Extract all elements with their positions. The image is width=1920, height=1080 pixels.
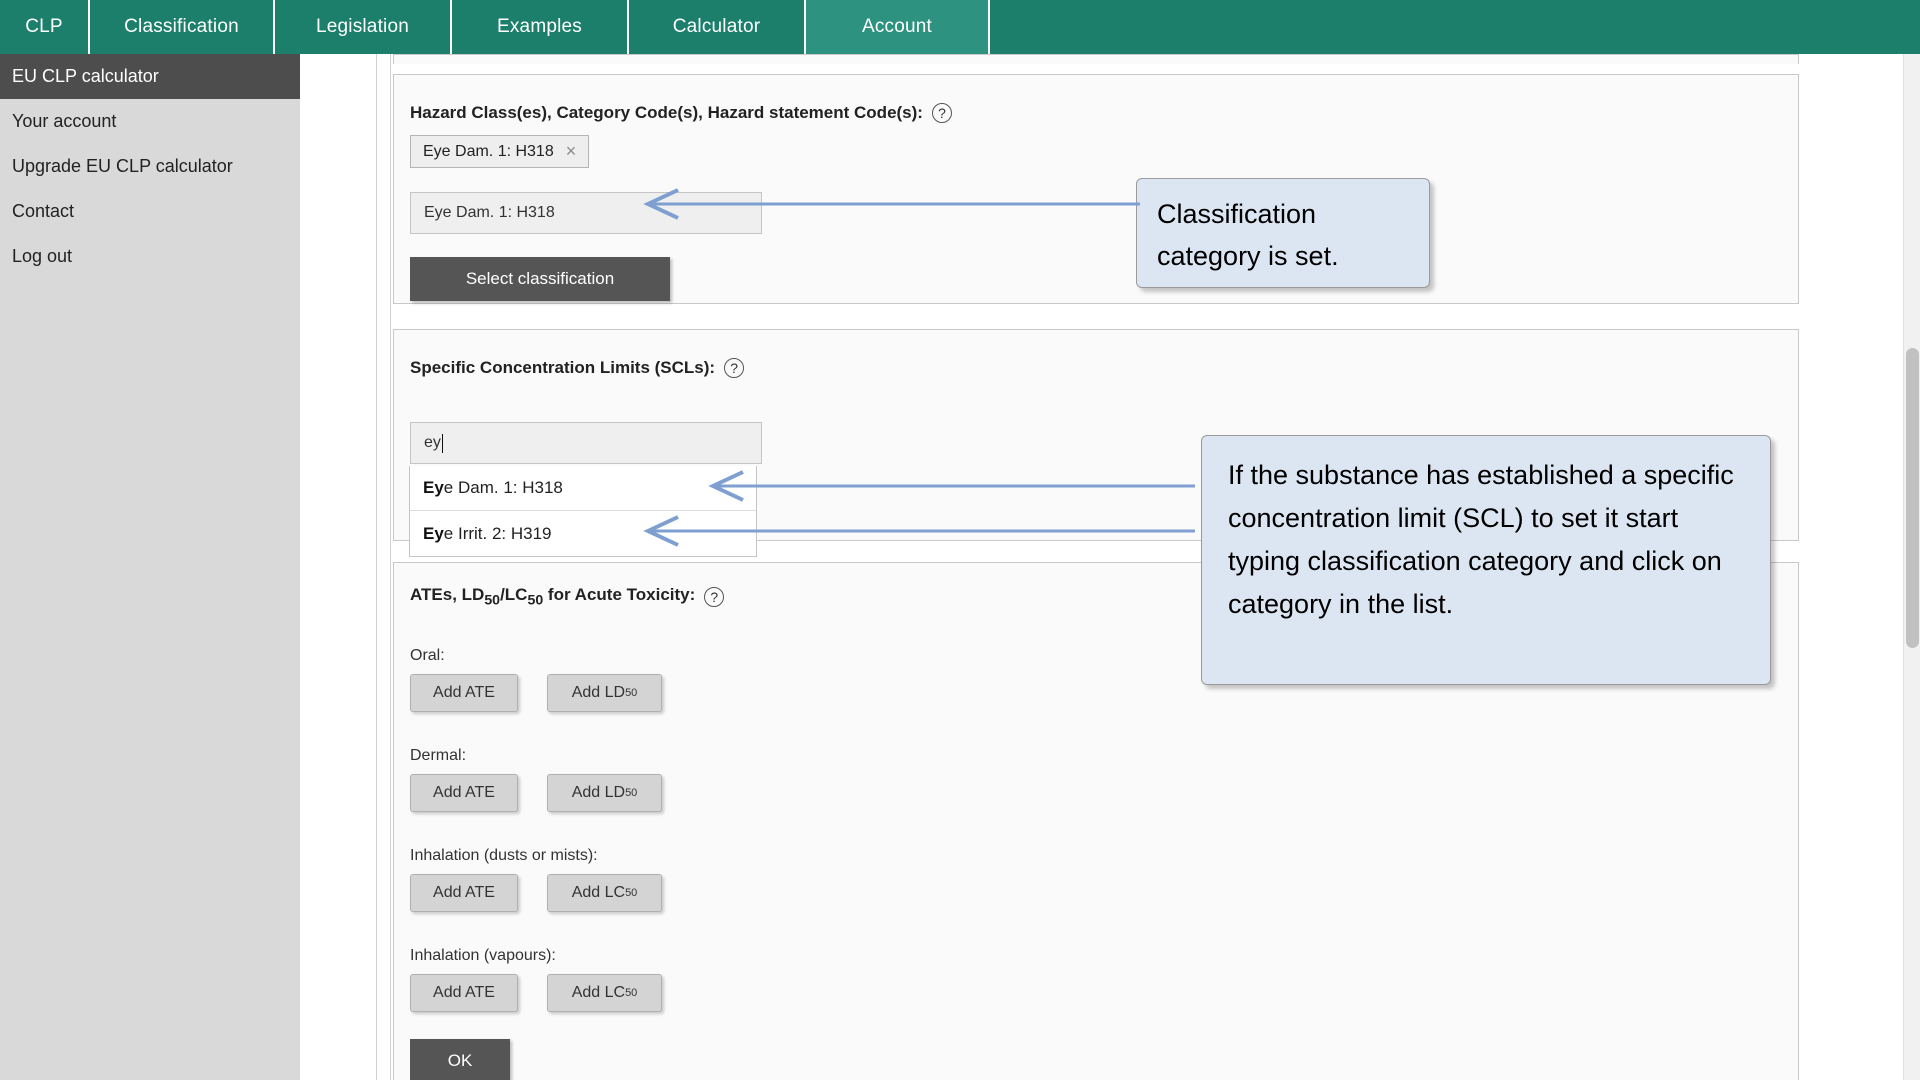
arrow-to-scl-input	[708, 470, 1195, 502]
button-label: Add LD	[571, 684, 626, 701]
nav-item-label: Legislation	[315, 16, 410, 37]
button-label-sub: 50	[625, 887, 638, 899]
button-label-sub: 50	[625, 987, 638, 999]
help-icon[interactable]: ?	[931, 103, 952, 123]
callout-classification-set: Classification category is set.	[1136, 178, 1430, 288]
ok-button-label: OK	[447, 1051, 473, 1070]
scl-search-input[interactable]: ey	[410, 422, 762, 464]
button-label: Add LC	[571, 884, 626, 901]
nav-item-label: Examples	[496, 16, 583, 37]
ate-label-suffix: for Acute Toxicity:	[543, 585, 696, 604]
button-label-sub: 50	[625, 787, 638, 799]
sidebar-item-label: Your account	[12, 111, 117, 131]
suggestion-rest: e Irrit. 2: H319	[443, 523, 552, 543]
previous-panel-sliver	[393, 54, 1799, 64]
add-lc50-button-inhalation-vapours[interactable]: Add LC 50	[547, 974, 662, 1012]
nav-item-examples[interactable]: Examples	[452, 0, 629, 54]
button-label: Add LD	[571, 784, 626, 801]
ate-label-text: ATEs, LD50/LC50 for Acute Toxicity:	[410, 585, 695, 608]
nav-item-label: Account	[861, 16, 933, 37]
add-ate-button-inhalation-vapours[interactable]: Add ATE	[410, 974, 518, 1012]
hazard-token-label: Eye Dam. 1: H318	[423, 142, 554, 160]
button-label-sub: 50	[625, 687, 638, 699]
nav-item-classification[interactable]: Classification	[90, 0, 275, 54]
route-label-inhalation-vapours: Inhalation (vapours):	[410, 947, 556, 964]
top-navigation-bar: CLP Classification Legislation Examples …	[0, 0, 1920, 54]
sidebar-item-upgrade-eu-clp-calculator[interactable]: Upgrade EU CLP calculator	[0, 144, 300, 189]
close-icon[interactable]: ×	[566, 141, 577, 162]
callout-scl-instructions: If the substance has established a speci…	[1201, 435, 1771, 685]
nav-item-label: Calculator	[672, 16, 761, 37]
nav-item-label: Classification	[124, 16, 239, 37]
content-left-rule-2	[390, 54, 391, 1080]
ate-label-prefix: ATEs, LD	[410, 585, 485, 604]
button-label: Add LC	[571, 984, 626, 1001]
nav-item-calculator[interactable]: Calculator	[629, 0, 806, 54]
button-label: Add ATE	[433, 984, 495, 1001]
add-lc50-button-inhalation-dusts[interactable]: Add LC 50	[547, 874, 662, 912]
sidebar-item-contact[interactable]: Contact	[0, 189, 300, 234]
callout-text: If the substance has established a speci…	[1228, 460, 1734, 619]
sidebar-item-label: EU CLP calculator	[12, 66, 159, 86]
scl-label: Specific Concentration Limits (SCLs): ?	[410, 358, 745, 378]
text-caret	[441, 433, 443, 453]
ate-label: ATEs, LD50/LC50 for Acute Toxicity: ?	[410, 585, 725, 608]
scrollbar-thumb[interactable]	[1906, 348, 1919, 648]
nav-item-legislation[interactable]: Legislation	[275, 0, 452, 54]
suggestion-match: Ey	[423, 523, 444, 543]
arrow-to-hazard-token	[643, 188, 1140, 220]
ate-label-sub-2: 50	[527, 592, 544, 609]
nav-item-label: CLP	[25, 16, 63, 37]
add-ld50-button-oral[interactable]: Add LD 50	[547, 674, 662, 712]
ate-label-sub-1: 50	[484, 592, 501, 609]
help-icon[interactable]: ?	[704, 586, 725, 607]
content-left-rule	[376, 54, 377, 1080]
add-ate-button-dermal[interactable]: Add ATE	[410, 774, 518, 812]
hazard-selected-value-text: Eye Dam. 1: H318	[424, 204, 555, 221]
select-classification-button[interactable]: Select classification	[410, 257, 670, 301]
nav-item-clp[interactable]: CLP	[0, 0, 90, 54]
selected-hazard-token[interactable]: Eye Dam. 1: H318 ×	[410, 135, 590, 168]
callout-text: Classification category is set.	[1157, 199, 1339, 271]
sidebar-item-eu-clp-calculator[interactable]: EU CLP calculator	[0, 54, 300, 99]
suggestion-match: Ey	[423, 478, 444, 497]
button-label: Add ATE	[433, 684, 495, 701]
sidebar-item-your-account[interactable]: Your account	[0, 99, 300, 144]
button-label: Add ATE	[433, 884, 495, 901]
vertical-scrollbar[interactable]	[1903, 54, 1920, 1080]
sidebar-item-label: Upgrade EU CLP calculator	[12, 156, 233, 176]
add-ate-button-oral[interactable]: Add ATE	[410, 674, 518, 712]
select-classification-label: Select classification	[465, 269, 615, 288]
ate-label-mid: /LC	[500, 585, 528, 604]
add-ate-button-inhalation-dusts[interactable]: Add ATE	[410, 874, 518, 912]
route-label-oral: Oral:	[410, 647, 445, 664]
arrow-to-suggestion-item	[643, 515, 1195, 547]
ok-button[interactable]: OK	[410, 1039, 510, 1080]
route-label-inhalation-dusts: Inhalation (dusts or mists):	[410, 847, 598, 864]
scl-label-text: Specific Concentration Limits (SCLs):	[410, 358, 716, 377]
route-label-dermal: Dermal:	[410, 747, 467, 764]
button-label: Add ATE	[433, 784, 495, 801]
help-icon[interactable]: ?	[724, 358, 745, 378]
page-content-area: Hazard Class(es), Category Code(s), Haza…	[300, 54, 1920, 1080]
add-ld50-button-dermal[interactable]: Add LD 50	[547, 774, 662, 812]
hazard-class-label-text: Hazard Class(es), Category Code(s), Haza…	[410, 103, 923, 122]
sidebar-item-label: Contact	[12, 201, 75, 221]
hazard-class-label: Hazard Class(es), Category Code(s), Haza…	[410, 103, 952, 123]
sidebar-item-label: Log out	[12, 246, 73, 266]
sidebar-item-log-out[interactable]: Log out	[0, 234, 300, 279]
nav-item-account[interactable]: Account	[806, 0, 990, 54]
sidebar: EU CLP calculator Your account Upgrade E…	[0, 54, 300, 1080]
suggestion-rest: e Dam. 1: H318	[443, 478, 563, 497]
scl-search-input-value: ey	[424, 434, 441, 451]
